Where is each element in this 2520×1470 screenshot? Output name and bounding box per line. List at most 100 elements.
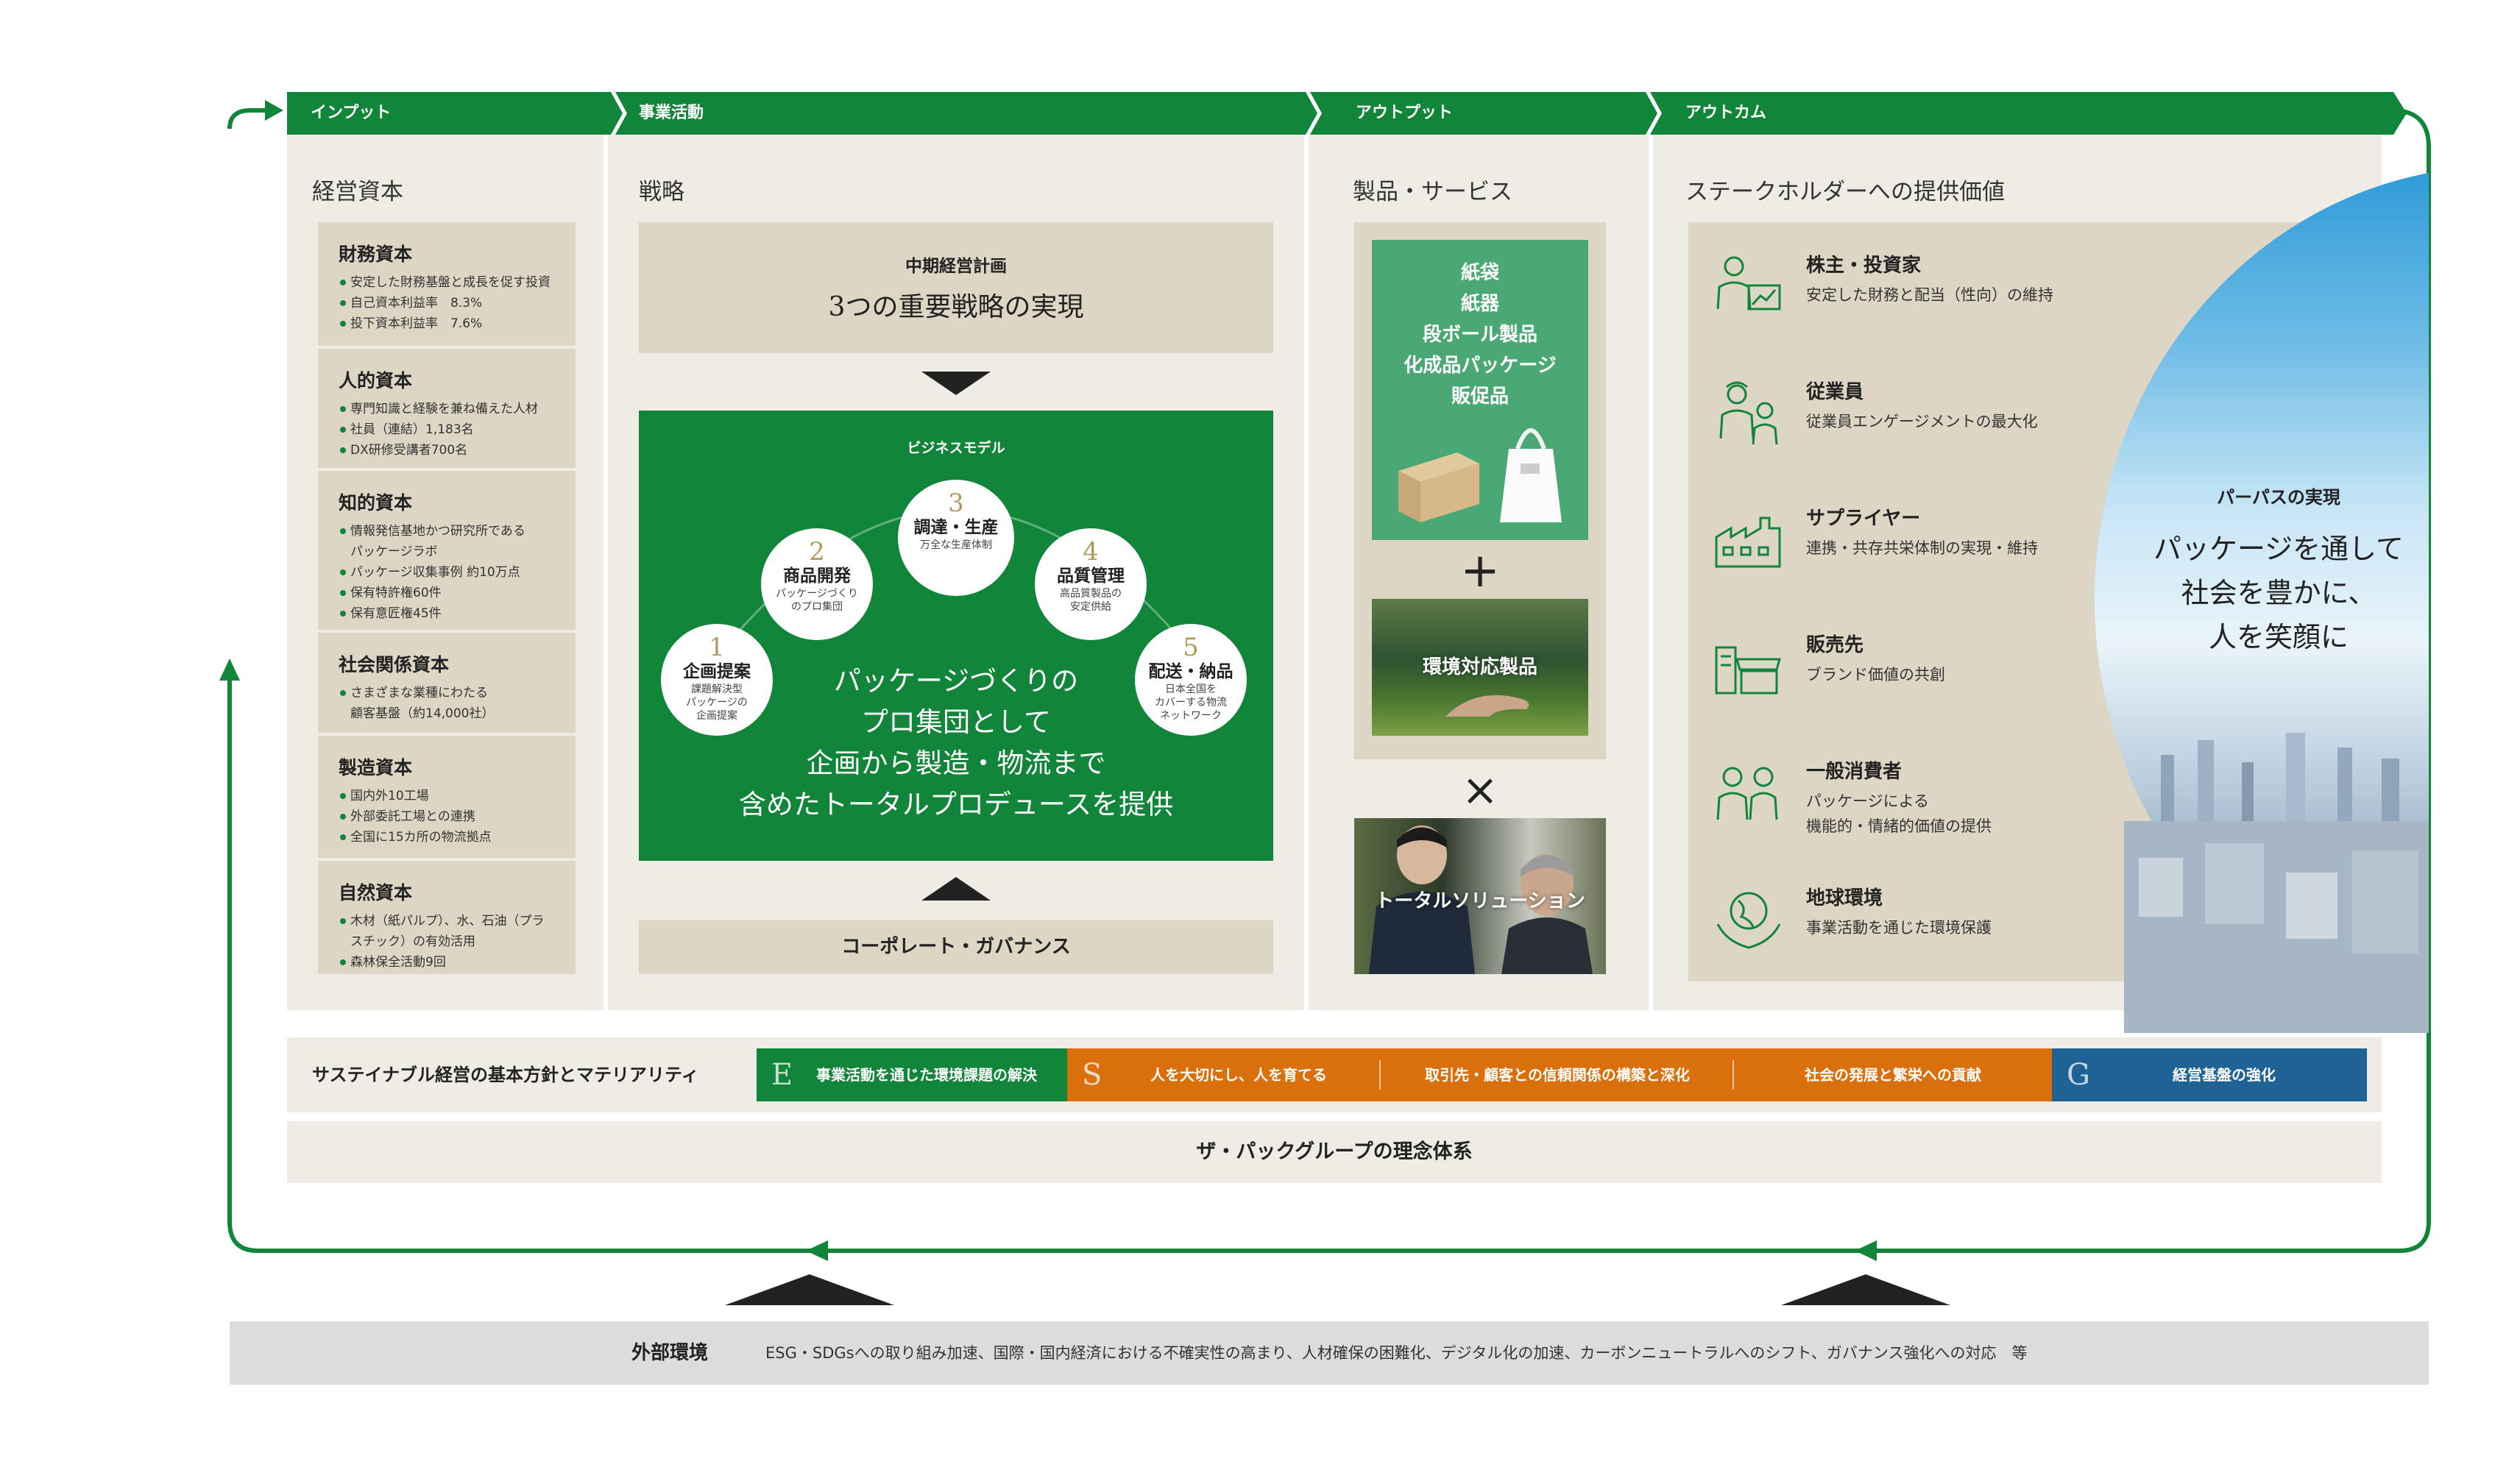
earth-icon [1716, 892, 1781, 949]
product-item: 販促品 [1451, 386, 1509, 408]
product-list: 紙袋 紙器 段ボール製品 化成品パッケージ 販促品 [1372, 258, 1588, 412]
capital-item: パッケージラボ [350, 544, 438, 559]
step-desc: 高品質製品の 安定供給 [1060, 588, 1122, 613]
capital-box: 財務資本安定した財務基盤と成長を促す投資 自己資本利益率 8.3% 投下資本利益率 … [318, 222, 576, 346]
factory-icon [1715, 516, 1781, 568]
materiality-item: G 経営基盤の強化 [2052, 1048, 2367, 1101]
materiality-letter: G [2067, 1058, 2090, 1092]
step-desc: パッケージづくり のプロ集団 [776, 588, 858, 613]
product-item: 紙袋 [1460, 262, 1499, 284]
materiality-item: 社会の発展と繁栄への貢献 [1734, 1048, 2052, 1101]
stakeholder-name: 株主・投資家 [1806, 255, 1922, 277]
external-label: 外部環境 [631, 1342, 709, 1364]
capital-item: 国内外10工場 [339, 786, 576, 806]
step-number: 4 [1083, 537, 1099, 567]
stakeholder-name: サプライヤー [1806, 508, 1921, 530]
step-number: 3 [948, 489, 964, 518]
step-name: 品質管理 [1057, 567, 1125, 586]
header-chevrons [287, 92, 2407, 135]
external-up-triangle-right [1781, 1274, 1950, 1305]
business-model-box: ビジネスモデル 1 企画提案 課題解決型 パッケージの 企画提案 2 商品開発 パッケージづく… [639, 411, 1273, 861]
up-triangle-icon [921, 877, 991, 901]
capital-name: 社会関係資本 [339, 654, 450, 675]
capital-item: 社員（連結）1,183名 [339, 419, 576, 440]
materiality-item: E 事業活動を通じた環境課題の解決 [757, 1048, 1067, 1101]
solution-label: トータルソリューション [1375, 890, 1585, 912]
stakeholder-desc: 連携・共存共栄体制の実現・維持 [1806, 539, 2038, 557]
plan-title: 3つの重要戦略の実現 [828, 292, 1084, 322]
capital-item: 安定した財務基盤と成長を促す投資 [339, 272, 576, 293]
capital-item: 自己資本利益率 8.3% [339, 293, 576, 313]
stakeholder-name: 一般消費者 [1806, 761, 1903, 783]
products-box: 紙袋 紙器 段ボール製品 化成品パッケージ 販促品 [1372, 240, 1588, 540]
materiality-label: 社会の発展と繁栄への貢献 [1805, 1066, 1981, 1084]
capital-item: 情報発信基地かつ研究所である [339, 521, 576, 542]
stakeholder-name: 従業員 [1806, 381, 1864, 403]
capital-name: 知的資本 [339, 492, 413, 514]
capital-name: 人的資本 [339, 370, 413, 391]
step-circle: 4 品質管理高品質製品の 安定供給 [1035, 528, 1147, 640]
plan-label: 中期経営計画 [905, 257, 1007, 276]
header-outcome: アウトカム [1685, 104, 1767, 122]
stakeholder-name: 販売先 [1806, 634, 1864, 656]
materiality-label: 人を大切にし、人を育てる [1150, 1066, 1327, 1084]
plan-box: 中期経営計画 3つの重要戦略の実現 [639, 222, 1273, 353]
materiality-label: 経営基盤の強化 [2173, 1066, 2276, 1084]
model-center-text: パッケージづくりの プロ集団として 企画から製造・物流まで 含めたトータルプロデュース… [738, 665, 1174, 820]
capital-box: 社会関係資本 さまざまな業種にわたる 顧客基盤（約14,000社） [318, 633, 576, 733]
product-item: 化成品パッケージ [1404, 355, 1557, 377]
times-sign: × [1461, 764, 1499, 816]
materiality-letter: E [771, 1058, 793, 1092]
output-title: 製品・サービス [1353, 179, 1512, 205]
capital-item: 木材（紙パルプ）、水、石油（プラ [339, 911, 576, 931]
step-circle: 2 商品開発 パッケージづくり のプロ集団 [761, 528, 873, 640]
purpose-label: パーパスの実現 [2217, 487, 2340, 508]
input-title: 経営資本 [312, 179, 403, 205]
materiality-letter: S [1082, 1058, 1102, 1092]
capital-name: 財務資本 [339, 244, 413, 265]
header-output: アウトプット [1356, 104, 1454, 122]
materiality-title: サステイナブル経営の基本方針とマテリアリティ [312, 1065, 699, 1085]
materiality-label: 事業活動を通じた環境課題の解決 [816, 1066, 1037, 1084]
philosophy-label: ザ・パックグループの理念体系 [1196, 1140, 1473, 1163]
eco-box: 環境対応製品 [1372, 599, 1588, 736]
capital-item: 専門知識と経験を兼ね備えた人材 [339, 399, 576, 419]
governance-box: コーポレート・ガバナンス [639, 920, 1273, 974]
capital-name: 自然資本 [339, 882, 413, 903]
capital-box: 知的資本情報発信基地かつ研究所であるパッケージラボパッケージ収集事例 約10万点… [318, 471, 576, 630]
stakeholder-desc: 安定した財務と配当（性向）の維持 [1806, 286, 2053, 304]
outcome-title: ステークホルダーへの提供価値 [1685, 179, 2005, 205]
governance-label: コーポレート・ガバナンス [841, 936, 1071, 958]
capital-item: 全国に15カ所の物流拠点 [339, 827, 576, 848]
capital-item: 保有特許権60件 [339, 583, 576, 603]
external-text: ESG・SDGsへの取り組み加速、国際・国内経済における不確実性の高まり、人材確… [765, 1344, 2028, 1362]
employee-icon [1719, 381, 1778, 445]
external-up-triangle-left [725, 1274, 894, 1305]
step-name: 商品開発 [783, 567, 851, 586]
capital-item: 外部委託工場との連携 [339, 806, 576, 827]
down-triangle-icon [921, 372, 991, 395]
stakeholder-name: 地球環境 [1806, 887, 1883, 909]
step-number: 5 [1183, 633, 1199, 662]
capital-item: パッケージ収集事例 約10万点 [339, 562, 576, 583]
stakeholder-desc: 従業員エンゲージメントの最大化 [1806, 413, 2038, 430]
investor-icon [1716, 256, 1781, 310]
capital-box: 人的資本専門知識と経験を兼ね備えた人材 社員（連結）1,183名 DX研修受講者70… [318, 349, 576, 468]
store-icon [1715, 646, 1781, 695]
step-circle: 3 調達・生産 万全な生産体制 [898, 480, 1014, 596]
header-input: インプット [311, 104, 392, 122]
capital-box: 自然資本 木材（紙パルプ）、水、石油（プラ スチック）の有効活用 森林保全活動9回 [318, 861, 576, 974]
materiality-item: 取引先・顧客との信頼関係の構築と深化 [1381, 1048, 1734, 1101]
solution-box: トータルソリューション [1354, 818, 1606, 974]
capital-item: スチック）の有効活用 [350, 934, 475, 949]
header-business: 事業活動 [639, 104, 704, 122]
package-illustration [1398, 428, 1562, 522]
capital-item: 投下資本利益率 7.6% [339, 313, 576, 334]
stakeholder-desc: 事業活動を通じた環境保護 [1806, 919, 1992, 937]
strategy-title: 戦略 [639, 179, 684, 205]
step-name: 調達・生産 [913, 518, 999, 537]
step-number: 1 [709, 633, 725, 662]
city-illustration [2124, 733, 2429, 1033]
product-item: 段ボール製品 [1422, 324, 1537, 346]
capital-item: DX研修受講者700名 [339, 440, 576, 461]
